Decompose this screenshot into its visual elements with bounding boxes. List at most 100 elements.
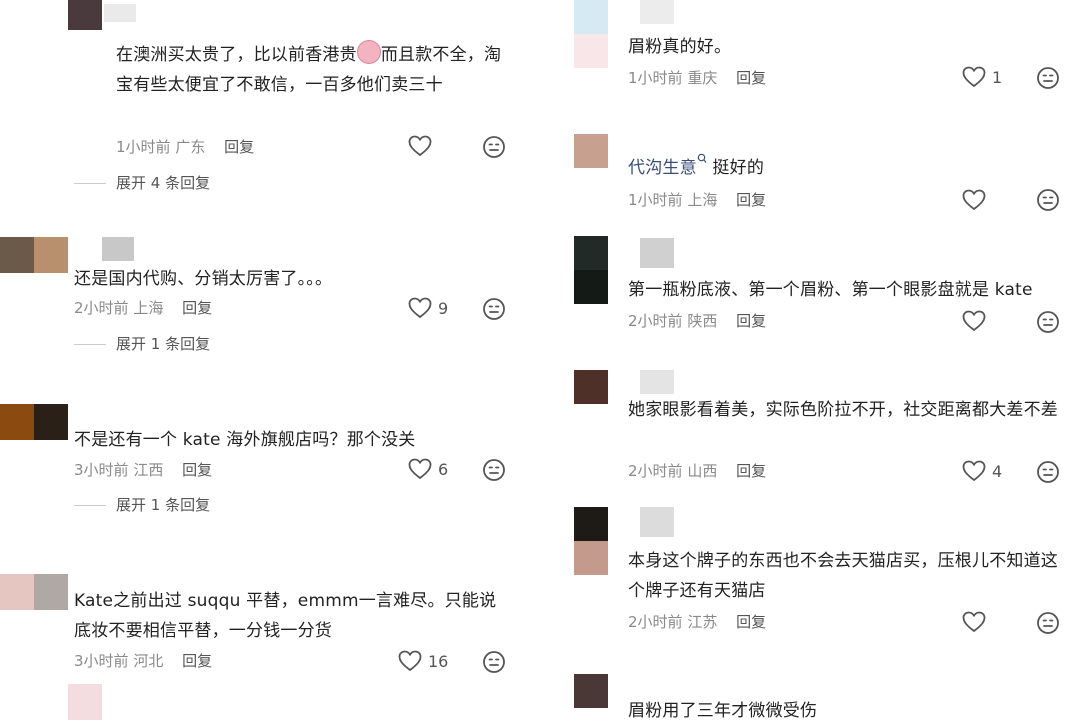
reply-button[interactable]: 回复 xyxy=(182,299,212,317)
heart-icon xyxy=(962,460,986,482)
heart-icon xyxy=(398,650,422,672)
reply-button[interactable]: 回复 xyxy=(224,138,254,156)
comment-location: 江苏 xyxy=(687,613,718,631)
divider-line xyxy=(74,343,106,345)
avatar[interactable] xyxy=(34,574,68,610)
dislike-button[interactable] xyxy=(1036,611,1060,635)
reply-button[interactable]: 回复 xyxy=(182,461,212,479)
dislike-button[interactable] xyxy=(1036,460,1060,484)
avatar[interactable] xyxy=(574,541,608,575)
divider-line xyxy=(74,182,106,184)
comment-meta: 2小时前 陕西 回复 xyxy=(628,311,766,331)
dislike-button[interactable] xyxy=(482,135,506,159)
nickname-blurred[interactable] xyxy=(640,370,674,394)
comment-location: 山西 xyxy=(687,462,718,480)
column-gap xyxy=(540,0,548,720)
like-button[interactable] xyxy=(962,189,986,211)
dislike-face-icon xyxy=(483,298,505,320)
avatar[interactable] xyxy=(574,34,608,68)
dislike-button[interactable] xyxy=(482,297,506,321)
dislike-button[interactable] xyxy=(1036,188,1060,212)
avatar[interactable] xyxy=(0,237,34,273)
avatar[interactable] xyxy=(574,507,608,541)
comment-text: 她家眼影看着美，实际色阶拉不开，社交距离都大差不差 xyxy=(628,400,1058,420)
comment-list-right: 眉粉真的好。 1小时前 重庆 回复 1 代沟生意 挺好的 1小时前 上海 回复 xyxy=(548,0,1080,721)
comment-text: 本身这个牌子的东西也不会去天猫店买，压根儿不知道这个牌子还有天猫店 xyxy=(628,551,1058,601)
reply-button[interactable]: 回复 xyxy=(182,652,212,670)
like-count: 6 xyxy=(438,459,449,479)
reply-button[interactable]: 回复 xyxy=(736,191,766,209)
avatar[interactable] xyxy=(68,0,102,30)
expand-replies-button[interactable]: 展开 1 条回复 xyxy=(74,495,210,515)
comment-time: 1小时前 xyxy=(628,69,683,87)
heart-icon xyxy=(962,66,986,88)
avatar[interactable] xyxy=(574,0,608,34)
comment-location: 上海 xyxy=(687,191,718,209)
nickname-blurred[interactable] xyxy=(640,0,674,24)
comment-text: 眉粉真的好。 xyxy=(628,37,732,57)
comment-location: 江西 xyxy=(133,461,164,479)
like-button[interactable] xyxy=(962,310,986,332)
heart-icon xyxy=(962,310,986,332)
like-count: 16 xyxy=(428,651,449,671)
comment-list-left: 在澳洲买太贵了，比以前香港贵 而且款不全，淘宝有些太便宜了不敢信，一百多他们卖三十… xyxy=(0,0,540,720)
dislike-button[interactable] xyxy=(482,650,506,674)
comment-time: 2小时前 xyxy=(74,299,129,317)
heart-icon xyxy=(408,458,432,480)
avatar[interactable] xyxy=(34,237,68,273)
like-button[interactable]: 1 xyxy=(962,66,1002,88)
comment-meta: 1小时前 上海 回复 xyxy=(628,190,766,210)
nickname-blurred[interactable] xyxy=(640,238,674,268)
dislike-face-icon xyxy=(1037,67,1059,89)
like-button[interactable]: 6 xyxy=(408,458,448,480)
nickname-blurred[interactable] xyxy=(102,237,134,261)
comment-meta: 1小时前 广东 回复 xyxy=(116,137,254,157)
dislike-button[interactable] xyxy=(482,458,506,482)
expand-replies-button[interactable]: 展开 1 条回复 xyxy=(74,334,210,354)
dislike-face-icon xyxy=(483,651,505,673)
comment-meta: 1小时前 重庆 回复 xyxy=(628,68,766,88)
avatar[interactable] xyxy=(574,270,608,304)
avatar[interactable] xyxy=(574,674,608,708)
heart-icon xyxy=(962,611,986,633)
comment-meta: 2小时前 山西 回复 xyxy=(628,461,766,481)
like-button[interactable]: 16 xyxy=(398,650,448,672)
nickname-blurred[interactable] xyxy=(640,507,674,537)
comment-time: 3小时前 xyxy=(74,461,129,479)
reply-button[interactable]: 回复 xyxy=(736,462,766,480)
like-count: 9 xyxy=(438,298,449,318)
dislike-face-icon xyxy=(483,136,505,158)
reply-button[interactable]: 回复 xyxy=(736,613,766,631)
reply-button[interactable]: 回复 xyxy=(736,69,766,87)
search-link[interactable]: 代沟生意 xyxy=(628,158,697,178)
avatar[interactable] xyxy=(574,236,608,270)
comment-location: 重庆 xyxy=(687,69,718,87)
comment-text: 眉粉用了三年才微微受伤 xyxy=(628,701,818,721)
comment-location: 陕西 xyxy=(687,312,718,330)
avatar[interactable] xyxy=(0,574,34,610)
heart-icon xyxy=(408,135,432,157)
dislike-face-icon xyxy=(1037,461,1059,483)
like-count: 4 xyxy=(992,461,1003,481)
comment-location: 上海 xyxy=(133,299,164,317)
comment-time: 1小时前 xyxy=(116,138,171,156)
comment-location: 广东 xyxy=(175,138,206,156)
like-button[interactable] xyxy=(408,135,438,157)
avatar[interactable] xyxy=(34,404,68,440)
expand-replies-button[interactable]: 展开 4 条回复 xyxy=(74,173,210,193)
avatar[interactable] xyxy=(68,684,102,720)
comment-time: 1小时前 xyxy=(628,191,683,209)
avatar[interactable] xyxy=(574,134,608,168)
avatar[interactable] xyxy=(574,370,608,404)
nickname-blurred[interactable] xyxy=(104,4,136,22)
like-button[interactable] xyxy=(962,611,986,633)
like-button[interactable]: 4 xyxy=(962,460,1002,482)
avatar[interactable] xyxy=(0,404,34,440)
reply-button[interactable]: 回复 xyxy=(736,312,766,330)
dislike-button[interactable] xyxy=(1036,66,1060,90)
dislike-button[interactable] xyxy=(1036,310,1060,334)
heart-icon xyxy=(408,297,432,319)
dislike-face-icon xyxy=(483,459,505,481)
comment-time: 2小时前 xyxy=(628,613,683,631)
like-button[interactable]: 9 xyxy=(408,297,448,319)
